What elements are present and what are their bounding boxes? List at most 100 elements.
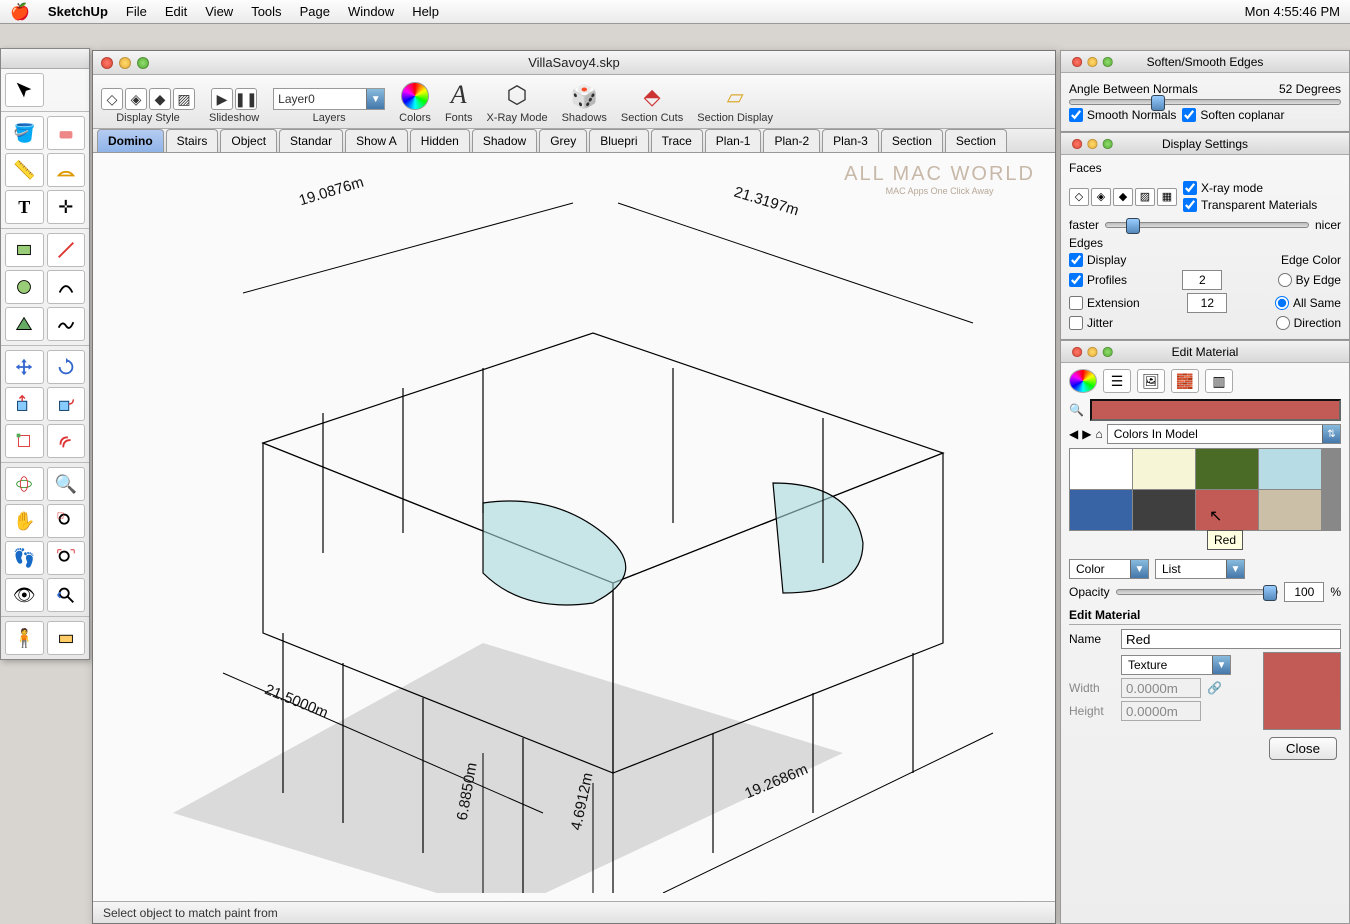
document-titlebar[interactable]: VillaSavoy4.skp	[93, 51, 1055, 75]
zoom-extents-tool-icon[interactable]	[47, 541, 86, 575]
walk-tool-icon[interactable]: 👣	[5, 541, 44, 575]
offset-tool-icon[interactable]	[47, 424, 86, 458]
fonts-icon[interactable]: A	[451, 80, 467, 110]
menu-tools[interactable]: Tools	[251, 4, 281, 19]
orbit-tool-icon[interactable]	[5, 467, 44, 501]
tab-trace[interactable]: Trace	[651, 129, 703, 152]
paint-bucket-tool-icon[interactable]: 🪣	[5, 116, 44, 150]
home-icon[interactable]: ⌂	[1095, 427, 1102, 441]
transparent-checkbox[interactable]: Transparent Materials	[1183, 198, 1341, 212]
tab-plan-3[interactable]: Plan-3	[822, 129, 879, 152]
link-icon[interactable]: 🔗	[1207, 681, 1222, 695]
palettes-tab-icon[interactable]: ▥	[1205, 369, 1233, 393]
push-pull-tool-icon[interactable]	[5, 387, 44, 421]
image-tab-icon[interactable]: 🖼	[1137, 369, 1165, 393]
colors-icon[interactable]	[401, 82, 429, 110]
xray-mode-checkbox[interactable]: X-ray mode	[1183, 181, 1341, 195]
model-viewport[interactable]: ALL MAC WORLD MAC Apps One Click Away	[93, 153, 1055, 901]
layer-selector[interactable]: Layer0 ▼	[273, 88, 385, 110]
tab-domino[interactable]: Domino	[97, 129, 164, 152]
tab-stairs[interactable]: Stairs	[166, 129, 219, 152]
slider-thumb-icon[interactable]	[1151, 95, 1165, 111]
search-icon[interactable]: 🔍	[1069, 403, 1084, 417]
previous-view-tool-icon[interactable]	[47, 578, 86, 612]
section-plane-tool-icon[interactable]	[47, 621, 86, 655]
display-style-2-icon[interactable]: ◈	[125, 88, 147, 110]
arc-tool-icon[interactable]	[47, 270, 86, 304]
palette-titlebar[interactable]	[1, 49, 89, 69]
polygon-tool-icon[interactable]	[5, 307, 44, 341]
menu-edit[interactable]: Edit	[165, 4, 187, 19]
slideshow-play-icon[interactable]: ▶	[211, 88, 233, 110]
material-name-input[interactable]	[1121, 629, 1341, 649]
tab-shadow[interactable]: Shadow	[472, 129, 537, 152]
slideshow-pause-icon[interactable]: ❚❚	[235, 88, 257, 110]
color-mode-selector[interactable]: Color▼	[1069, 559, 1149, 579]
material-library-selector[interactable]: Colors In Model ⇅	[1107, 424, 1341, 444]
all-same-radio[interactable]: All Same	[1275, 296, 1341, 310]
position-camera-tool-icon[interactable]: 🧍	[5, 621, 44, 655]
xray-mode-icon[interactable]: ⬡	[507, 81, 528, 110]
swatch-cream[interactable]	[1133, 449, 1195, 489]
scale-tool-icon[interactable]	[5, 424, 44, 458]
axes-tool-icon[interactable]: ✛	[47, 190, 86, 224]
menu-page[interactable]: Page	[300, 4, 330, 19]
freehand-tool-icon[interactable]	[47, 307, 86, 341]
extension-value[interactable]	[1187, 293, 1227, 313]
follow-me-tool-icon[interactable]	[47, 387, 86, 421]
menu-file[interactable]: File	[126, 4, 147, 19]
swatch-tan[interactable]	[1259, 490, 1321, 530]
face-style-5-icon[interactable]: ▦	[1157, 188, 1177, 206]
transparency-slider[interactable]	[1105, 222, 1309, 228]
profiles-value[interactable]	[1182, 270, 1222, 290]
list-mode-selector[interactable]: List▼	[1155, 559, 1245, 579]
face-style-3-icon[interactable]: ◆	[1113, 188, 1133, 206]
soften-coplanar-checkbox[interactable]: Soften coplanar	[1182, 108, 1284, 122]
tab-hidden[interactable]: Hidden	[410, 129, 470, 152]
jitter-checkbox[interactable]: Jitter	[1069, 316, 1113, 330]
tab-plan-2[interactable]: Plan-2	[763, 129, 820, 152]
slider-thumb-icon[interactable]	[1126, 218, 1140, 234]
text-tool-icon[interactable]: T	[5, 190, 44, 224]
opacity-slider[interactable]	[1116, 589, 1279, 595]
display-style-1-icon[interactable]: ◇	[101, 88, 123, 110]
angle-slider[interactable]	[1069, 99, 1341, 105]
zoom-tool-icon[interactable]: 🔍	[47, 467, 86, 501]
app-menu[interactable]: SketchUp	[48, 4, 108, 19]
swatch-blue[interactable]	[1070, 490, 1132, 530]
tab-object[interactable]: Object	[220, 129, 277, 152]
rectangle-tool-icon[interactable]	[5, 233, 44, 267]
by-edge-radio[interactable]: By Edge	[1278, 273, 1341, 287]
select-tool-icon[interactable]	[5, 73, 44, 107]
swatch-red[interactable]	[1196, 490, 1258, 530]
texture-selector[interactable]: Texture▼	[1121, 655, 1231, 675]
tab-grey[interactable]: Grey	[539, 129, 587, 152]
opacity-value[interactable]	[1284, 582, 1324, 602]
eraser-tool-icon[interactable]	[47, 116, 86, 150]
tape-measure-tool-icon[interactable]: 📏	[5, 153, 44, 187]
shadows-icon[interactable]: 🎲	[571, 84, 598, 110]
colorwheel-tab-icon[interactable]	[1069, 369, 1097, 393]
tab-section-1[interactable]: Section	[881, 129, 943, 152]
menu-window[interactable]: Window	[348, 4, 394, 19]
face-style-2-icon[interactable]: ◈	[1091, 188, 1111, 206]
direction-radio[interactable]: Direction	[1276, 316, 1341, 330]
tab-plan-1[interactable]: Plan-1	[705, 129, 762, 152]
extension-checkbox[interactable]: Extension	[1069, 296, 1140, 310]
tab-standar[interactable]: Standar	[279, 129, 343, 152]
nav-fwd-icon[interactable]: ▶	[1082, 427, 1091, 441]
pan-tool-icon[interactable]: ✋	[5, 504, 44, 538]
profiles-checkbox[interactable]: Profiles	[1069, 273, 1127, 287]
face-style-4-icon[interactable]: ▨	[1135, 188, 1155, 206]
section-display-icon[interactable]: ▱	[727, 84, 744, 110]
slider-thumb-icon[interactable]	[1263, 585, 1277, 601]
section-cuts-icon[interactable]: ⬘	[644, 84, 661, 110]
crayons-tab-icon[interactable]: 🧱	[1171, 369, 1199, 393]
swatch-lightblue[interactable]	[1259, 449, 1321, 489]
current-color-bar[interactable]	[1090, 399, 1341, 421]
swatch-olive[interactable]	[1196, 449, 1258, 489]
nav-back-icon[interactable]: ◀	[1069, 427, 1078, 441]
display-edges-checkbox[interactable]: Display	[1069, 253, 1126, 267]
rotate-tool-icon[interactable]	[47, 350, 86, 384]
look-around-tool-icon[interactable]: 👁	[5, 578, 44, 612]
